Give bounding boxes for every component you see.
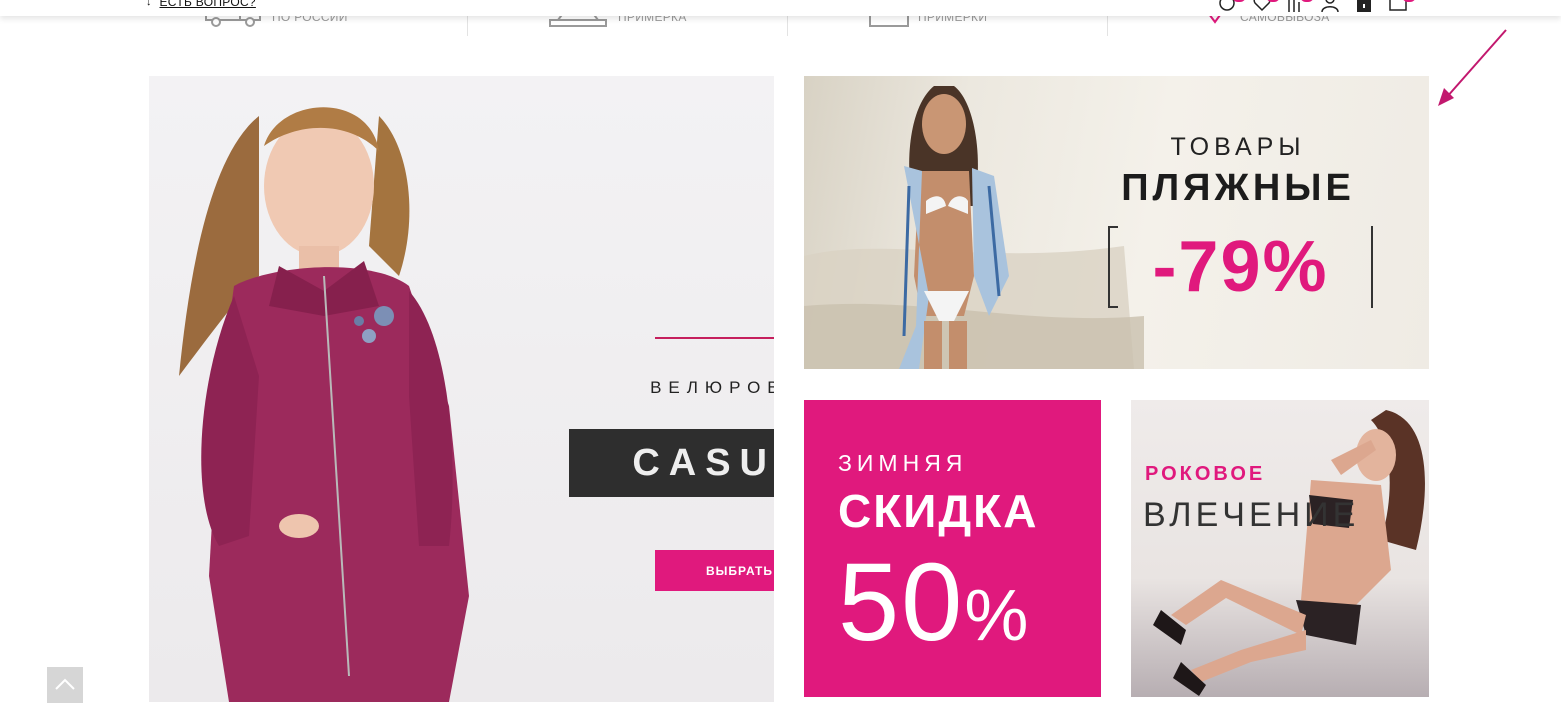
winter-line1: ЗИМНЯЯ: [838, 450, 968, 476]
beach-line1: ТОВАРЫ: [1170, 133, 1306, 161]
fatal-line2: ВЛЕЧЕНИЕ: [1143, 496, 1360, 534]
cart-icon[interactable]: 2: [1388, 0, 1416, 12]
chevron-up-icon: [55, 678, 75, 690]
arrow-down-icon: ↓: [146, 0, 152, 8]
beach-goods-banner[interactable]: ТОВАРЫ ПЛЯЖНЫЕ -79%: [804, 76, 1429, 369]
stats-bars-icon[interactable]: 0: [1286, 0, 1314, 12]
fatal-attraction-banner[interactable]: РОКОВОЕ ВЛЕЧЕНИЕ: [1131, 400, 1429, 697]
sticky-header: ↓ ЕСТЬ ВОПРОС? 0 0 0 2: [0, 0, 1561, 16]
annotation-arrow-icon: [1438, 29, 1507, 106]
beach-line2: ПЛЯЖНЫЕ: [1121, 167, 1355, 209]
casual-subtitle: ВЕЛЮРОВЫЙ: [650, 378, 774, 397]
wishlist-heart-icon[interactable]: 0: [1252, 0, 1280, 12]
user-account-icon[interactable]: [1320, 0, 1340, 13]
winter-sale-banner[interactable]: ЗИМНЯЯ СКИДКА 50%: [804, 400, 1101, 697]
header-icons: 0 0 0 2: [1218, 0, 1416, 13]
compare-icon[interactable]: 0: [1218, 0, 1246, 12]
choose-button[interactable]: ВЫБРАТЬ: [655, 550, 774, 591]
model-in-lingerie-image: [1153, 410, 1425, 696]
winter-discount-percent: %: [964, 576, 1031, 656]
question-link-label: ЕСТЬ ВОПРОС?: [159, 0, 256, 9]
scroll-to-top-button[interactable]: [47, 667, 83, 703]
question-link[interactable]: ↓ ЕСТЬ ВОПРОС?: [146, 0, 256, 9]
winter-discount: 50%: [838, 548, 1030, 671]
lock-icon[interactable]: [1354, 0, 1374, 12]
winter-line2: СКИДКА: [838, 485, 1039, 537]
winter-discount-value: 50: [838, 541, 965, 664]
casual-velour-banner[interactable]: ВЕЛЮРОВЫЙ CASUAL ВЫБРАТЬ: [149, 76, 774, 702]
decorative-line: [655, 337, 774, 339]
beach-discount: -79%: [1152, 227, 1329, 307]
casual-title: CASUAL: [569, 429, 774, 497]
fatal-line1: РОКОВОЕ: [1145, 463, 1266, 485]
model-in-bikini-image: [804, 86, 1144, 369]
